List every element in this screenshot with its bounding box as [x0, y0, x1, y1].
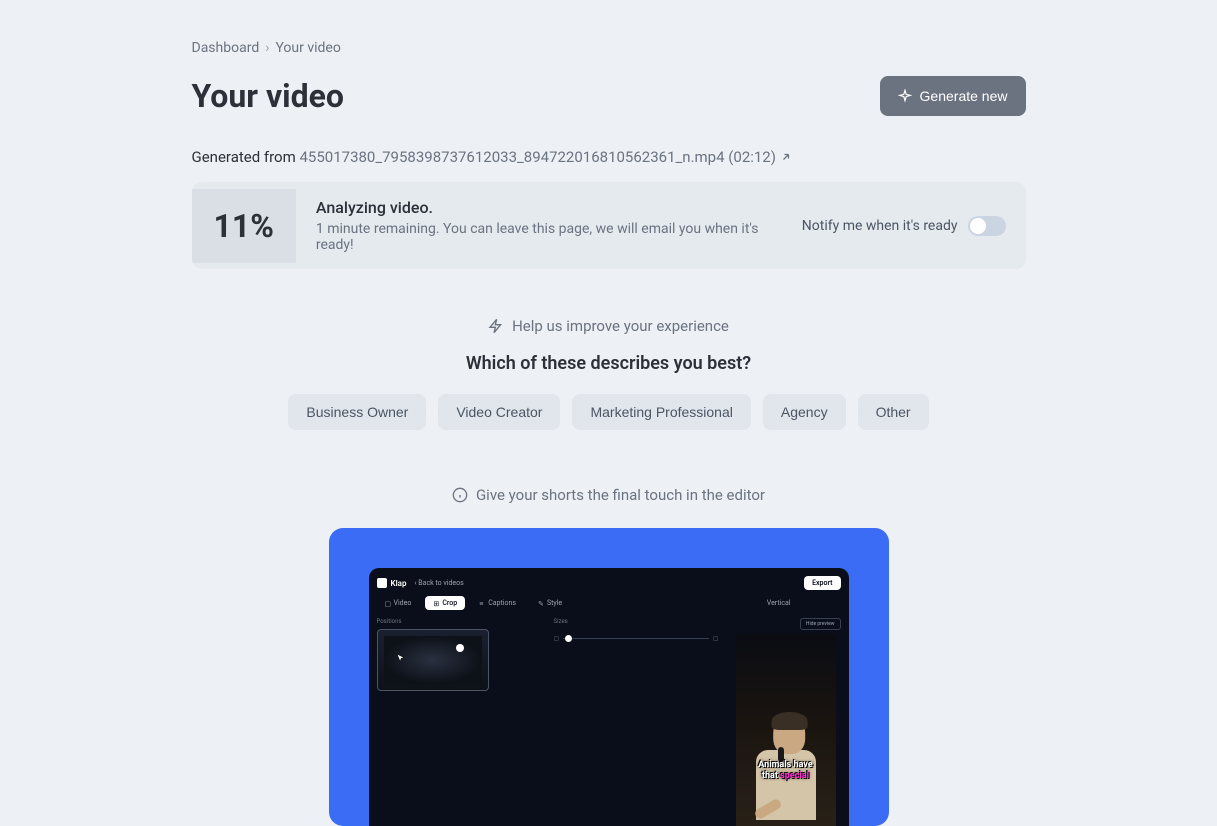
editor-tab-video: ▢Video — [377, 596, 420, 610]
survey-option-agency[interactable]: Agency — [763, 394, 846, 430]
editor-video-preview: Animals have that special — [736, 634, 836, 826]
editor-sizes-label: Sizes — [554, 618, 719, 625]
breadcrumb-dashboard[interactable]: Dashboard — [192, 40, 260, 56]
editor-position-thumb — [377, 629, 489, 691]
info-icon — [452, 487, 468, 503]
survey-option-other[interactable]: Other — [858, 394, 929, 430]
editor-hide-preview: Hide preview — [800, 618, 841, 630]
breadcrumb-current: Your video — [275, 40, 340, 56]
editor-app-mock: Klap ‹ Back to videos Export ▢Video ⊞Cro… — [369, 568, 849, 826]
sparkle-icon — [898, 89, 912, 103]
survey-option-video-creator[interactable]: Video Creator — [438, 394, 560, 430]
editor-caption-overlay: Animals have that special — [736, 760, 836, 782]
toggle-knob — [970, 218, 986, 234]
progress-percent: 11% — [192, 189, 296, 263]
cursor-icon — [396, 652, 406, 664]
editor-export-button: Export — [804, 576, 840, 590]
generated-from: Generated from 455017380_795839873761203… — [192, 148, 1026, 166]
notify-label: Notify me when it's ready — [802, 218, 958, 234]
lightning-icon — [488, 318, 504, 334]
notify-toggle[interactable] — [968, 216, 1006, 236]
chevron-right-icon: › — [265, 40, 269, 56]
editor-tab-captions: ≡Captions — [471, 596, 524, 610]
survey-option-marketing[interactable]: Marketing Professional — [572, 394, 750, 430]
survey-header-text: Help us improve your experience — [512, 317, 729, 335]
progress-title: Analyzing video. — [316, 198, 782, 217]
survey-section: Help us improve your experience Which of… — [192, 317, 1026, 430]
progress-card: 11% Analyzing video. 1 minute remaining.… — [192, 182, 1026, 269]
editor-header-text: Give your shorts the final touch in the … — [476, 486, 765, 504]
survey-options: Business Owner Video Creator Marketing P… — [192, 394, 1026, 430]
page-title: Your video — [192, 77, 344, 115]
editor-logo: Klap — [377, 578, 407, 588]
editor-positions-label: Positions — [377, 618, 542, 625]
progress-subtitle: 1 minute remaining. You can leave this p… — [316, 221, 782, 253]
editor-back-link: ‹ Back to videos — [414, 579, 463, 587]
editor-tab-style: ✎Style — [530, 596, 570, 610]
editor-tab-crop: ⊞Crop — [425, 596, 465, 610]
editor-preview-card: Klap ‹ Back to videos Export ▢Video ⊞Cro… — [329, 528, 889, 826]
external-link-icon — [780, 151, 792, 163]
breadcrumb: Dashboard › Your video — [192, 40, 1026, 56]
survey-option-business-owner[interactable]: Business Owner — [288, 394, 426, 430]
survey-question: Which of these describes you best? — [192, 353, 1026, 374]
source-file-link[interactable]: 455017380_7958398737612033_8947220168105… — [299, 148, 791, 166]
generate-new-button[interactable]: Generate new — [880, 76, 1026, 116]
editor-orientation-label: Vertical — [767, 599, 791, 607]
editor-size-slider: ▢ ▢ — [554, 635, 719, 642]
